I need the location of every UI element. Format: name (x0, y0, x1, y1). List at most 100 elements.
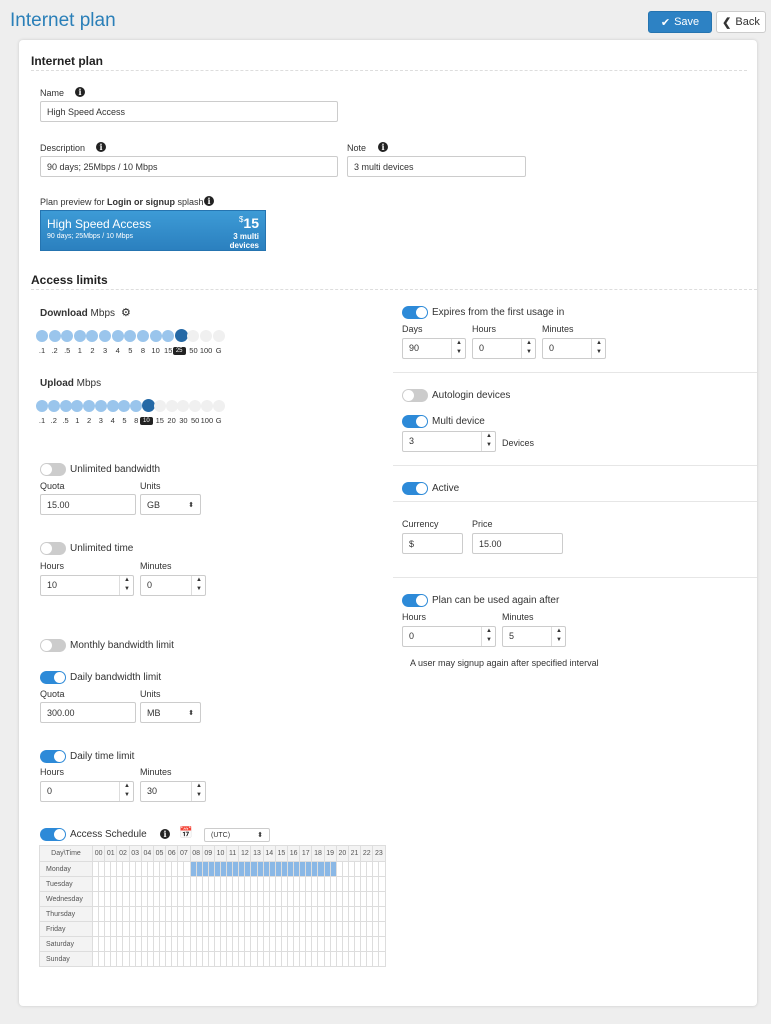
stepper-buttons[interactable]: ▲ ▼ (521, 339, 535, 358)
schedule-hour-header[interactable]: 10 (213, 845, 228, 862)
slider-step[interactable] (212, 400, 225, 412)
schedule-hour-header[interactable]: 07 (177, 845, 191, 862)
download-slider[interactable]: .1.2.5 1 2 3 4 5 8 10 15 25 50 100 G (36, 329, 232, 355)
daily-units-select[interactable]: MB ⬍ (140, 702, 201, 723)
slider-step[interactable] (99, 330, 112, 342)
caret-down-icon[interactable]: ▼ (592, 348, 606, 357)
stepper-buttons[interactable]: ▲ ▼ (191, 576, 205, 595)
schedule-hour-header[interactable]: 15 (274, 845, 289, 862)
stepper-buttons[interactable]: ▲ ▼ (481, 432, 495, 451)
schedule-hour-header[interactable]: 20 (335, 845, 349, 862)
schedule-hour-header[interactable]: 19 (323, 845, 337, 862)
description-input[interactable]: 90 days; 25Mbps / 10 Mbps (40, 156, 338, 177)
gear-icon[interactable]: ⚙ (121, 306, 131, 319)
save-button[interactable]: ✔ Save (648, 11, 712, 33)
schedule-hour-header[interactable]: 01 (104, 845, 118, 862)
multi-device-toggle[interactable] (402, 415, 428, 428)
caret-down-icon[interactable]: ▼ (120, 791, 134, 800)
schedule-hour-header[interactable]: 06 (165, 845, 179, 862)
slider-step[interactable] (47, 400, 60, 412)
slider-step[interactable] (71, 400, 84, 412)
quota-input[interactable]: 15.00 (40, 494, 136, 515)
slider-step[interactable] (86, 330, 99, 342)
stepper-buttons[interactable]: ▲ ▼ (119, 782, 133, 801)
back-button[interactable]: ❮ Back (716, 11, 766, 33)
schedule-day-label[interactable]: Monday (39, 861, 93, 877)
schedule-hour-header[interactable]: 05 (152, 845, 167, 862)
stepper-buttons[interactable]: ▲ ▼ (591, 339, 605, 358)
name-input[interactable]: High Speed Access (40, 101, 338, 122)
unlimited-bandwidth-toggle[interactable] (40, 463, 66, 476)
stepper-buttons[interactable]: ▲ ▼ (119, 576, 133, 595)
slider-handle[interactable] (174, 329, 188, 342)
daily-quota-input[interactable]: 300.00 (40, 702, 136, 723)
caret-up-icon[interactable]: ▲ (192, 782, 206, 791)
slider-step[interactable] (187, 330, 200, 342)
slider-step[interactable] (61, 330, 74, 342)
minutes-stepper[interactable]: 0 ▲ ▼ (140, 575, 206, 596)
slider-step[interactable] (200, 400, 213, 412)
schedule-cell[interactable] (378, 876, 386, 892)
schedule-hour-header[interactable]: 11 (226, 845, 240, 862)
schedule-hour-header[interactable]: 18 (311, 845, 325, 862)
days-stepper[interactable]: 90 ▲ ▼ (402, 338, 466, 359)
caret-up-icon[interactable]: ▲ (120, 782, 134, 791)
slider-step[interactable] (106, 400, 119, 412)
slider-step[interactable] (59, 400, 72, 412)
schedule-hour-header[interactable]: 23 (372, 845, 386, 862)
caret-up-icon[interactable]: ▲ (552, 627, 566, 636)
schedule-day-label[interactable]: Tuesday (39, 876, 93, 892)
stepper-buttons[interactable]: ▲ ▼ (191, 782, 205, 801)
schedule-day-label[interactable]: Sunday (39, 951, 93, 967)
daily-bandwidth-toggle[interactable] (40, 671, 66, 684)
slider-step[interactable] (94, 400, 107, 412)
schedule-hour-header[interactable]: 14 (262, 845, 276, 862)
caret-up-icon[interactable]: ▲ (482, 432, 496, 441)
autologin-toggle[interactable] (402, 389, 428, 402)
info-icon[interactable]: i (204, 196, 214, 206)
currency-input[interactable]: $ (402, 533, 463, 554)
schedule-hour-header[interactable]: 17 (299, 845, 313, 862)
schedule-hour-header[interactable]: 22 (360, 845, 374, 862)
slider-step[interactable] (36, 400, 48, 412)
schedule-hour-header[interactable]: 00 (91, 845, 106, 862)
caret-up-icon[interactable]: ▲ (522, 339, 536, 348)
devices-stepper[interactable]: 3 ▲ ▼ (402, 431, 496, 452)
reuse-minutes-stepper[interactable]: 5 ▲ ▼ (502, 626, 566, 647)
schedule-day-label[interactable]: Thursday (39, 906, 93, 922)
slider-step[interactable] (153, 400, 166, 412)
schedule-hour-header[interactable]: 13 (250, 845, 264, 862)
caret-down-icon[interactable]: ▼ (192, 791, 206, 800)
schedule-day-label[interactable]: Friday (39, 921, 93, 937)
schedule-cell[interactable] (378, 936, 386, 952)
stepper-buttons[interactable]: ▲ ▼ (451, 339, 465, 358)
caret-up-icon[interactable]: ▲ (452, 339, 466, 348)
info-icon[interactable]: i (378, 142, 388, 152)
slider-step[interactable] (118, 400, 131, 412)
unlimited-time-toggle[interactable] (40, 542, 66, 555)
schedule-cell[interactable] (378, 891, 386, 907)
slider-step[interactable] (124, 330, 137, 342)
schedule-day-label[interactable]: Wednesday (39, 891, 93, 907)
monthly-bandwidth-toggle[interactable] (40, 639, 66, 652)
info-icon[interactable]: i (160, 829, 170, 839)
upload-slider[interactable]: .1.2.5 1 2 3 4 5 8 10 15 20 30 50 100 G (36, 399, 232, 425)
caret-down-icon[interactable]: ▼ (452, 348, 466, 357)
expires-minutes-stepper[interactable]: 0 ▲ ▼ (542, 338, 606, 359)
timezone-select[interactable]: (UTC) ⬍ (204, 828, 270, 842)
schedule-hour-header[interactable]: 08 (189, 845, 203, 862)
caret-up-icon[interactable]: ▲ (120, 576, 134, 585)
stepper-buttons[interactable]: ▲ ▼ (481, 627, 495, 646)
caret-down-icon[interactable]: ▼ (482, 636, 496, 645)
schedule-cell[interactable] (378, 951, 386, 967)
schedule-cell[interactable] (378, 921, 386, 937)
schedule-hour-header[interactable]: 09 (201, 845, 215, 862)
stepper-buttons[interactable]: ▲ ▼ (551, 627, 565, 646)
caret-up-icon[interactable]: ▲ (192, 576, 206, 585)
hours-stepper[interactable]: 10 ▲ ▼ (40, 575, 134, 596)
schedule-hour-header[interactable]: 21 (347, 845, 362, 862)
slider-step[interactable] (177, 400, 190, 412)
reuse-hours-stepper[interactable]: 0 ▲ ▼ (402, 626, 496, 647)
daily-minutes-stepper[interactable]: 30 ▲ ▼ (140, 781, 206, 802)
schedule-hour-header[interactable]: 12 (238, 845, 252, 862)
